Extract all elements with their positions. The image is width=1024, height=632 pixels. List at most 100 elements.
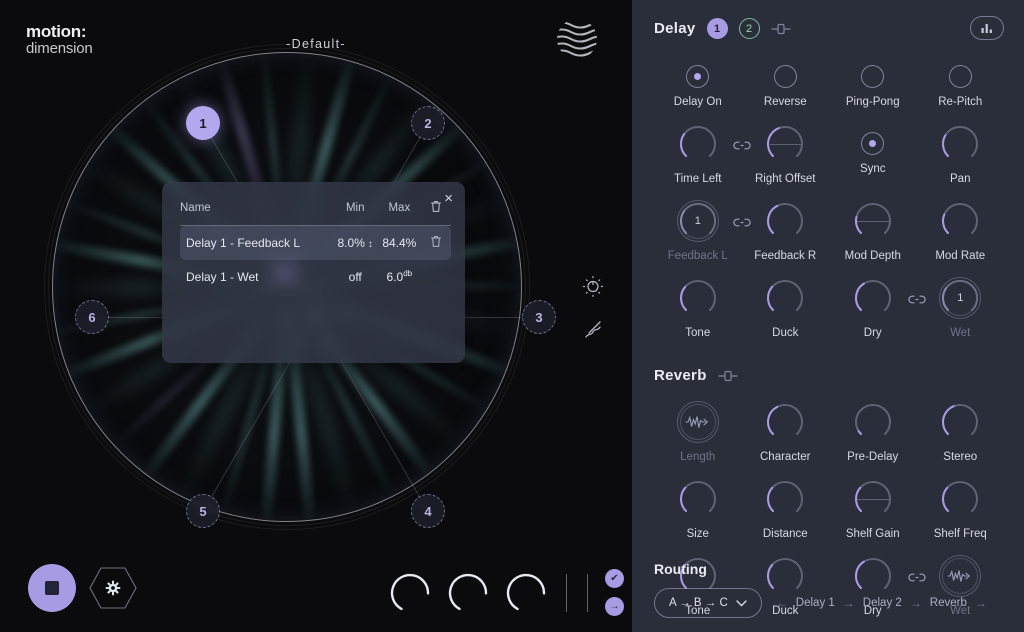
flow-stage-delay-2[interactable]: Delay 2 [863, 597, 902, 609]
badge-glyph: → [609, 600, 620, 612]
col-header-max: Max [377, 196, 421, 226]
control-mod-depth[interactable]: Mod Depth [829, 199, 917, 262]
control-stereo[interactable]: Stereo [917, 400, 1005, 463]
routing-flow-diagram: ← Delay 1 → Delay 2 → Reverb → [776, 596, 987, 610]
radio-dot-icon [869, 140, 877, 147]
link-toggle[interactable] [732, 138, 751, 156]
knob-duck[interactable] [763, 276, 807, 320]
radio-re-pitch[interactable] [948, 65, 972, 88]
flow-stage-reverb[interactable]: Reverb [930, 597, 967, 609]
table-row[interactable]: Delay 1 - Wet off 6.0db [180, 260, 451, 293]
control-sync[interactable]: Sync [829, 122, 917, 185]
radio-delay-on[interactable] [686, 65, 710, 88]
control-label: Delay On [673, 96, 722, 108]
knob-dial [390, 573, 430, 610]
visualizer-node-5[interactable]: 5 [186, 494, 220, 528]
cell-max-value[interactable]: 84.4% [377, 225, 421, 260]
knob-mod-rate[interactable] [938, 199, 982, 243]
modulation-ring [939, 277, 982, 319]
analyzer-button[interactable] [970, 16, 1004, 40]
delay-tab-2[interactable]: 2 [738, 18, 760, 39]
knob-pre-delay[interactable] [851, 400, 895, 444]
visualizer-node-2[interactable]: 2 [411, 106, 445, 140]
table-row[interactable]: Delay 1 - Feedback L 8.0% ↕ 84.4% [180, 225, 451, 260]
control-feedback-r[interactable]: Feedback R [742, 199, 830, 262]
control-pan[interactable]: Pan [917, 122, 1005, 185]
delay-control-row: 1 Feedback L Feedback R Mod Depth Mod Rate [654, 199, 1004, 262]
delay-power-toggle-icon[interactable] [770, 23, 791, 35]
radio-sync[interactable] [861, 132, 885, 155]
mini-knob-3[interactable] [503, 570, 549, 616]
knob-distance[interactable] [763, 477, 807, 521]
control-pre-delay[interactable]: Pre-Delay [829, 400, 917, 463]
flow-arrow-icon: → [974, 596, 987, 610]
visualizer-node-3[interactable]: 3 [522, 300, 556, 334]
control-label: Pre-Delay [847, 451, 899, 463]
reverb-power-toggle-icon[interactable] [718, 370, 738, 382]
control-reverse[interactable]: Reverse [742, 55, 830, 108]
knob-length[interactable] [676, 400, 720, 444]
knob-character[interactable] [763, 400, 807, 444]
cell-param-name: Delay 1 - Feedback L [180, 225, 333, 260]
close-icon[interactable]: × [444, 191, 453, 206]
mini-knob-1[interactable] [387, 570, 433, 616]
export-arrow-badge-icon[interactable]: → [605, 597, 624, 616]
col-header-min: Min [332, 196, 378, 226]
knob-feedback-l[interactable]: 1 [676, 199, 720, 243]
control-delay-on[interactable]: Delay On [654, 55, 742, 108]
cell-delete[interactable] [421, 225, 451, 260]
visualizer-node-6[interactable]: 6 [75, 300, 109, 334]
modulation-table-body: Delay 1 - Feedback L 8.0% ↕ 84.4% Delay 1 - … [180, 225, 451, 294]
flow-stage-delay-1[interactable]: Delay 1 [796, 597, 835, 609]
radio-reverse[interactable] [773, 65, 797, 88]
delay-tab-1[interactable]: 1 [706, 18, 728, 39]
control-re-pitch[interactable]: Re-Pitch [917, 55, 1005, 108]
control-tone[interactable]: Tone [654, 276, 742, 339]
knob-dry[interactable] [851, 276, 895, 320]
visualizer-node-1[interactable]: 1 [186, 106, 220, 140]
knob-wet[interactable]: 1 [938, 276, 982, 320]
knob-pan[interactable] [938, 122, 982, 166]
control-size[interactable]: Size [654, 477, 742, 540]
knob-feedback-r[interactable] [763, 199, 807, 243]
knob-shelf-freq[interactable] [938, 477, 982, 521]
control-dry[interactable]: Dry [829, 276, 917, 339]
control-length[interactable]: Length [654, 400, 742, 463]
control-character[interactable]: Character [742, 400, 830, 463]
unit-label: db [403, 269, 413, 278]
control-wet[interactable]: 1 Wet [917, 276, 1005, 339]
control-mod-rate[interactable]: Mod Rate [917, 199, 1005, 262]
control-time-left[interactable]: Time Left [654, 122, 742, 185]
visualizer-node-4[interactable]: 4 [411, 494, 445, 528]
verified-badge-icon[interactable]: ✔ [605, 569, 624, 588]
link-toggle[interactable] [732, 215, 751, 233]
param-connector-line [769, 144, 801, 145]
control-shelf-gain[interactable]: Shelf Gain [829, 477, 917, 540]
control-label: Mod Rate [935, 250, 986, 262]
knob-dial [679, 125, 716, 157]
control-distance[interactable]: Distance [742, 477, 830, 540]
stop-button[interactable] [28, 564, 76, 612]
mini-knob-2[interactable] [445, 570, 491, 616]
routing-mode-select[interactable]: A → B → C [654, 588, 762, 618]
squiggle-wave-icon[interactable] [582, 319, 604, 341]
link-toggle[interactable] [907, 292, 926, 310]
cell-min-value[interactable]: 8.0% ↕ [332, 225, 378, 260]
control-right-offset[interactable]: Right Offset [742, 122, 830, 185]
brightness-icon[interactable] [582, 275, 604, 297]
control-shelf-freq[interactable]: Shelf Freq [917, 477, 1005, 540]
cell-min-value[interactable]: off [333, 260, 378, 293]
knob-time-left[interactable] [676, 122, 720, 166]
control-feedback-l[interactable]: 1 Feedback L [654, 199, 742, 262]
settings-button[interactable] [88, 566, 138, 610]
cell-max-value[interactable]: 6.0db [378, 260, 421, 293]
param-connector-line [857, 221, 889, 222]
knob-stereo[interactable] [938, 400, 982, 444]
routing-mode-value: A → B → C [669, 597, 728, 609]
knob-tone[interactable] [676, 276, 720, 320]
radio-ping-pong[interactable] [861, 65, 885, 88]
control-duck[interactable]: Duck [742, 276, 830, 339]
hexagon-frame-icon [89, 567, 137, 609]
control-ping-pong[interactable]: Ping-Pong [829, 55, 917, 108]
knob-size[interactable] [676, 477, 720, 521]
